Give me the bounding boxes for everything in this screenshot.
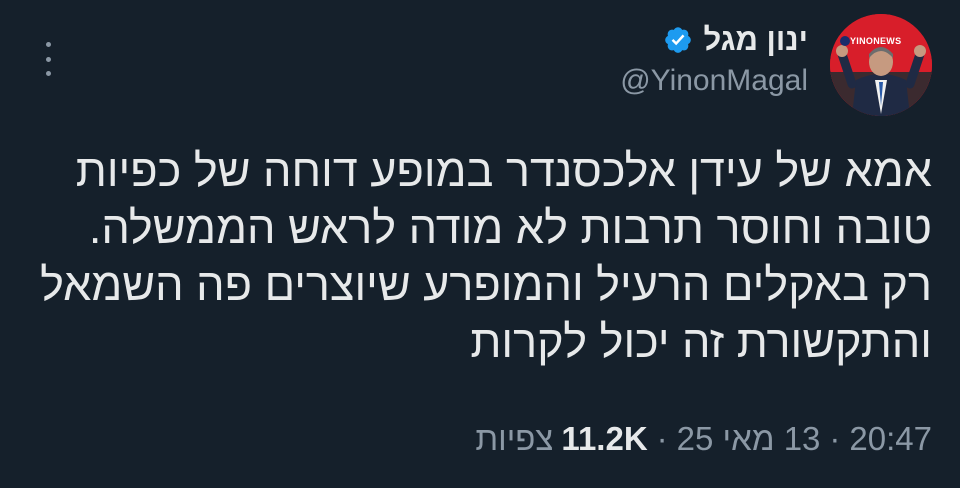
tweet-header: ינון מגל @YinonMagal YINONEWS [620,14,932,116]
display-name-row: ינון מגל [663,22,808,58]
tweet-meta: 20:47 · 13 מאי 25 · 11.2K צפיות [475,420,932,458]
avatar-badge-dot [840,36,850,46]
more-dot [45,42,51,47]
views-count[interactable]: 11.2K [561,420,647,458]
avatar-badge: YINONEWS [850,36,902,46]
more-dot [45,56,51,62]
meta-separator: · [656,420,668,457]
tweet-text-line: אמא של עידן אלכסנדר במופע דוחה של כפיות [75,145,932,196]
avatar[interactable]: YINONEWS [830,14,932,116]
meta-separator: · [829,420,841,457]
tweet-text-line: רק באקלים הרעיל והמופרע שיוצרים פה השמאל [40,259,932,310]
tweet-text: אמא של עידן אלכסנדר במופע דוחה של כפיות … [32,142,932,370]
more-dot [45,71,51,76]
author-names: ינון מגל @YinonMagal [620,22,808,98]
avatar-photo [830,14,932,116]
more-options-icon[interactable] [38,42,58,76]
views-label: צפיות [475,420,554,457]
tweet-text-line: והתקשורת זה יכול לקרות [470,316,932,367]
author-handle[interactable]: @YinonMagal [620,64,808,98]
tweet-text-line: טובה וחוסר תרבות לא מודה לראש הממשלה. [88,202,932,253]
tweet-date[interactable]: 13 מאי 25 [677,420,821,458]
author-display-name[interactable]: ינון מגל [703,22,808,58]
verified-badge-icon [665,27,692,53]
tweet-time[interactable]: 20:47 [849,420,932,458]
